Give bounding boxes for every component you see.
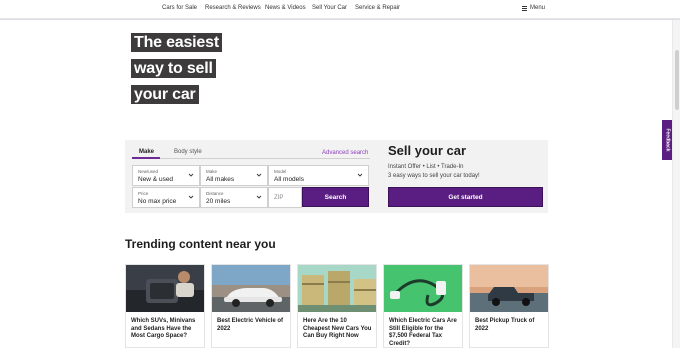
- search-button[interactable]: Search: [302, 187, 369, 207]
- chevron-down-icon: [256, 173, 262, 177]
- card-title: Which SUVs, Minivans and Sedans Have the…: [131, 318, 196, 339]
- hero-line-2: way to sell: [131, 59, 216, 78]
- top-navigation: Cars for Sale Research & Reviews News & …: [0, 0, 680, 19]
- sell-subtitle: 3 easy ways to sell your car today!: [388, 173, 480, 179]
- make-select[interactable]: Make All makes: [200, 165, 268, 186]
- trending-card[interactable]: Which Electric Cars Are Still Eligible f…: [383, 264, 463, 348]
- price-value: No max price: [138, 198, 177, 205]
- tab-make[interactable]: Make: [139, 149, 154, 155]
- chevron-down-icon: [256, 195, 262, 199]
- zip-field[interactable]: ZIP: [268, 187, 302, 208]
- condition-label: New/used: [138, 169, 159, 174]
- hero-line-1: The easiest: [131, 33, 222, 52]
- ev-charger-image: [384, 265, 462, 312]
- tab-divider: [132, 158, 370, 159]
- condition-select[interactable]: New/used New & used: [132, 165, 200, 186]
- price-label: Price: [138, 191, 149, 196]
- distance-value: 20 miles: [206, 198, 231, 205]
- model-value: All models: [274, 176, 304, 183]
- chevron-down-icon: [357, 173, 363, 177]
- model-select[interactable]: Model All models: [268, 165, 369, 186]
- price-select[interactable]: Price No max price: [132, 187, 200, 208]
- nav-research-reviews[interactable]: Research & Reviews: [205, 5, 261, 11]
- active-tab-indicator: [132, 157, 160, 159]
- electric-vehicle-image: [212, 265, 290, 312]
- hero-line-3: your car: [131, 85, 199, 104]
- zip-placeholder: ZIP: [274, 195, 284, 201]
- trending-card[interactable]: Best Electric Vehicle of 2022: [211, 264, 291, 348]
- chevron-down-icon: [188, 173, 194, 177]
- distance-select[interactable]: Distance 20 miles: [200, 187, 268, 208]
- advanced-search-link[interactable]: Advanced search: [322, 150, 368, 156]
- card-title: Here Are the 10 Cheapest New Cars You Ca…: [303, 318, 372, 339]
- scrollbar-thumb[interactable]: [675, 50, 679, 110]
- card-title: Best Pickup Truck of 2022: [475, 318, 535, 332]
- distance-label: Distance: [206, 191, 224, 196]
- card-title: Which Electric Cars Are Still Eligible f…: [389, 318, 457, 347]
- hamburger-icon: [522, 5, 527, 11]
- nav-sell-your-car[interactable]: Sell Your Car: [312, 5, 347, 11]
- nav-service-repair[interactable]: Service & Repair: [355, 5, 400, 11]
- get-started-button[interactable]: Get started: [388, 187, 543, 207]
- nav-cars-for-sale[interactable]: Cars for Sale: [162, 5, 197, 11]
- trending-card[interactable]: Best Pickup Truck of 2022: [469, 264, 549, 348]
- model-label: Model: [274, 169, 287, 174]
- menu-label: Menu: [530, 5, 546, 11]
- make-label: Make: [206, 169, 218, 174]
- chevron-down-icon: [188, 195, 194, 199]
- trending-card[interactable]: Here Are the 10 Cheapest New Cars You Ca…: [297, 264, 377, 348]
- sell-options: Instant Offer • List • Trade-In: [388, 164, 464, 170]
- header-divider: [0, 19, 680, 20]
- make-value: All makes: [206, 176, 235, 183]
- tab-body-style[interactable]: Body style: [174, 149, 202, 155]
- menu-button[interactable]: Menu: [522, 5, 545, 11]
- feedback-label: Feedback: [665, 128, 672, 152]
- condition-value: New & used: [138, 176, 174, 183]
- trending-heading: Trending content near you: [125, 237, 276, 251]
- nav-news-videos[interactable]: News & Videos: [265, 5, 306, 11]
- trending-card[interactable]: Which SUVs, Minivans and Sedans Have the…: [125, 264, 205, 348]
- page-scrollbar[interactable]: [672, 20, 680, 348]
- sell-title: Sell your car: [388, 143, 467, 158]
- money-stacks-image: [298, 265, 376, 312]
- card-title: Best Electric Vehicle of 2022: [217, 318, 284, 332]
- pickup-truck-image: [470, 265, 548, 312]
- cargo-space-image: [126, 265, 204, 312]
